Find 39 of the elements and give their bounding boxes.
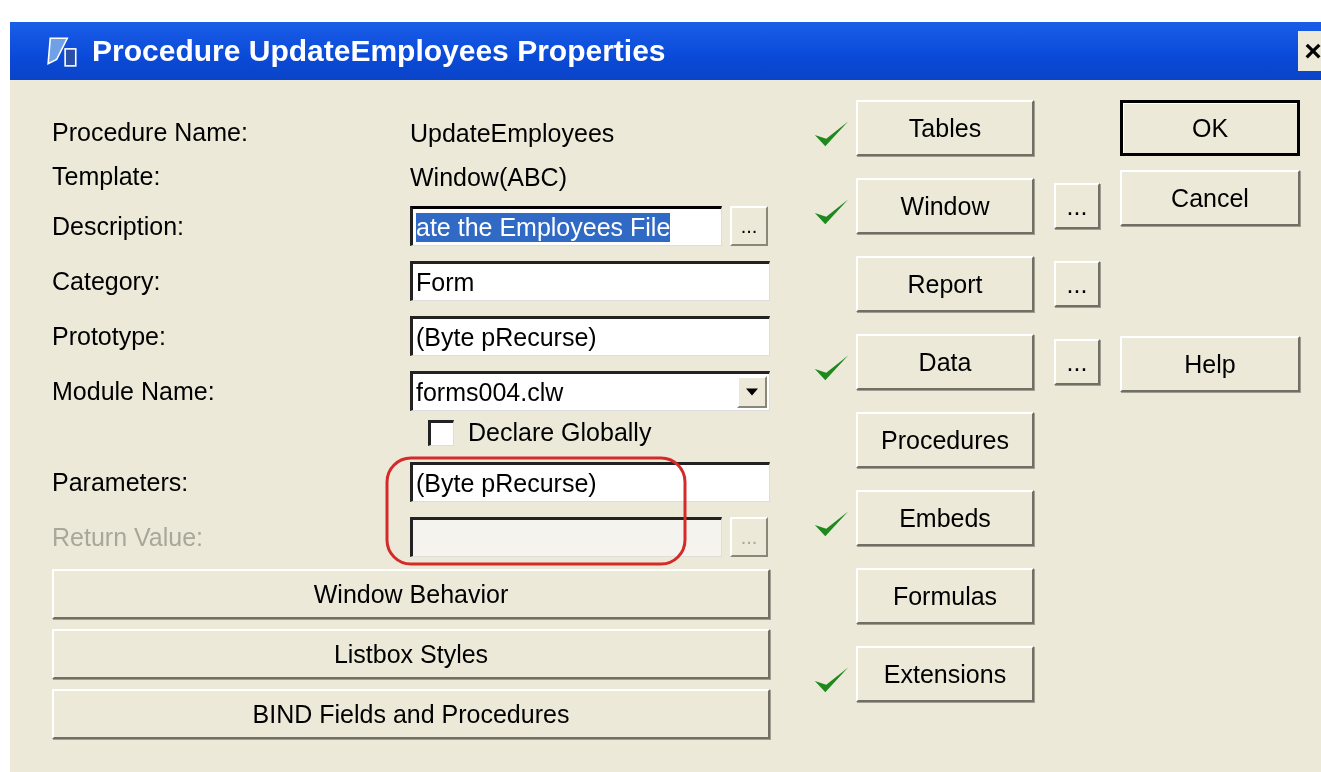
- field-label: Description:: [52, 211, 185, 241]
- field-label: Module Name:: [52, 376, 216, 406]
- field-label: Return Value:: [52, 522, 204, 552]
- dialog-button[interactable]: OK: [1120, 100, 1300, 156]
- field-label: Category:: [52, 266, 162, 296]
- field-value: UpdateEmployees: [410, 118, 616, 147]
- section-button[interactable]: Formulas: [856, 568, 1034, 624]
- field-label: Prototype:: [52, 321, 167, 351]
- dialog-button[interactable]: Cancel: [1120, 170, 1300, 226]
- dialog-button[interactable]: Help: [1120, 336, 1300, 392]
- field-label: Procedure Name:: [52, 118, 249, 147]
- field-label: Template:: [52, 162, 162, 191]
- text-field[interactable]: ate the Employees File: [410, 206, 722, 246]
- wide-button[interactable]: Window Behavior: [52, 569, 770, 619]
- window-title: Procedure UpdateEmployees Properties: [92, 34, 666, 68]
- wide-button[interactable]: BIND Fields and Procedures: [52, 689, 770, 739]
- section-button[interactable]: Tables: [856, 100, 1034, 156]
- section-button[interactable]: Extensions: [856, 646, 1034, 702]
- checkbox[interactable]: [428, 419, 454, 446]
- section-button[interactable]: Data: [856, 334, 1034, 390]
- more-button[interactable]: ...: [1054, 339, 1100, 385]
- field-value: Window(ABC): [410, 162, 568, 191]
- more-button[interactable]: ...: [1054, 183, 1100, 229]
- section-button[interactable]: Procedures: [856, 412, 1034, 468]
- section-button[interactable]: Embeds: [856, 490, 1034, 546]
- dropdown-field[interactable]: forms004.clw: [410, 371, 770, 411]
- text-field[interactable]: Form: [410, 261, 770, 301]
- text-field[interactable]: (Byte pRecurse): [410, 316, 770, 356]
- section-button[interactable]: Window: [856, 178, 1034, 234]
- more-button[interactable]: ...: [1054, 261, 1100, 307]
- app-logo-icon: [46, 34, 80, 68]
- close-button[interactable]: ×: [1298, 31, 1321, 71]
- browse-button[interactable]: ...: [730, 206, 768, 246]
- section-button[interactable]: Report: [856, 256, 1034, 312]
- field-label: Parameters:: [52, 467, 190, 497]
- dropdown-arrow-icon: [746, 388, 758, 396]
- wide-button[interactable]: Listbox Styles: [52, 629, 770, 679]
- text-field[interactable]: (Byte pRecurse): [410, 462, 770, 502]
- checkbox-label: Declare Globally: [468, 418, 652, 447]
